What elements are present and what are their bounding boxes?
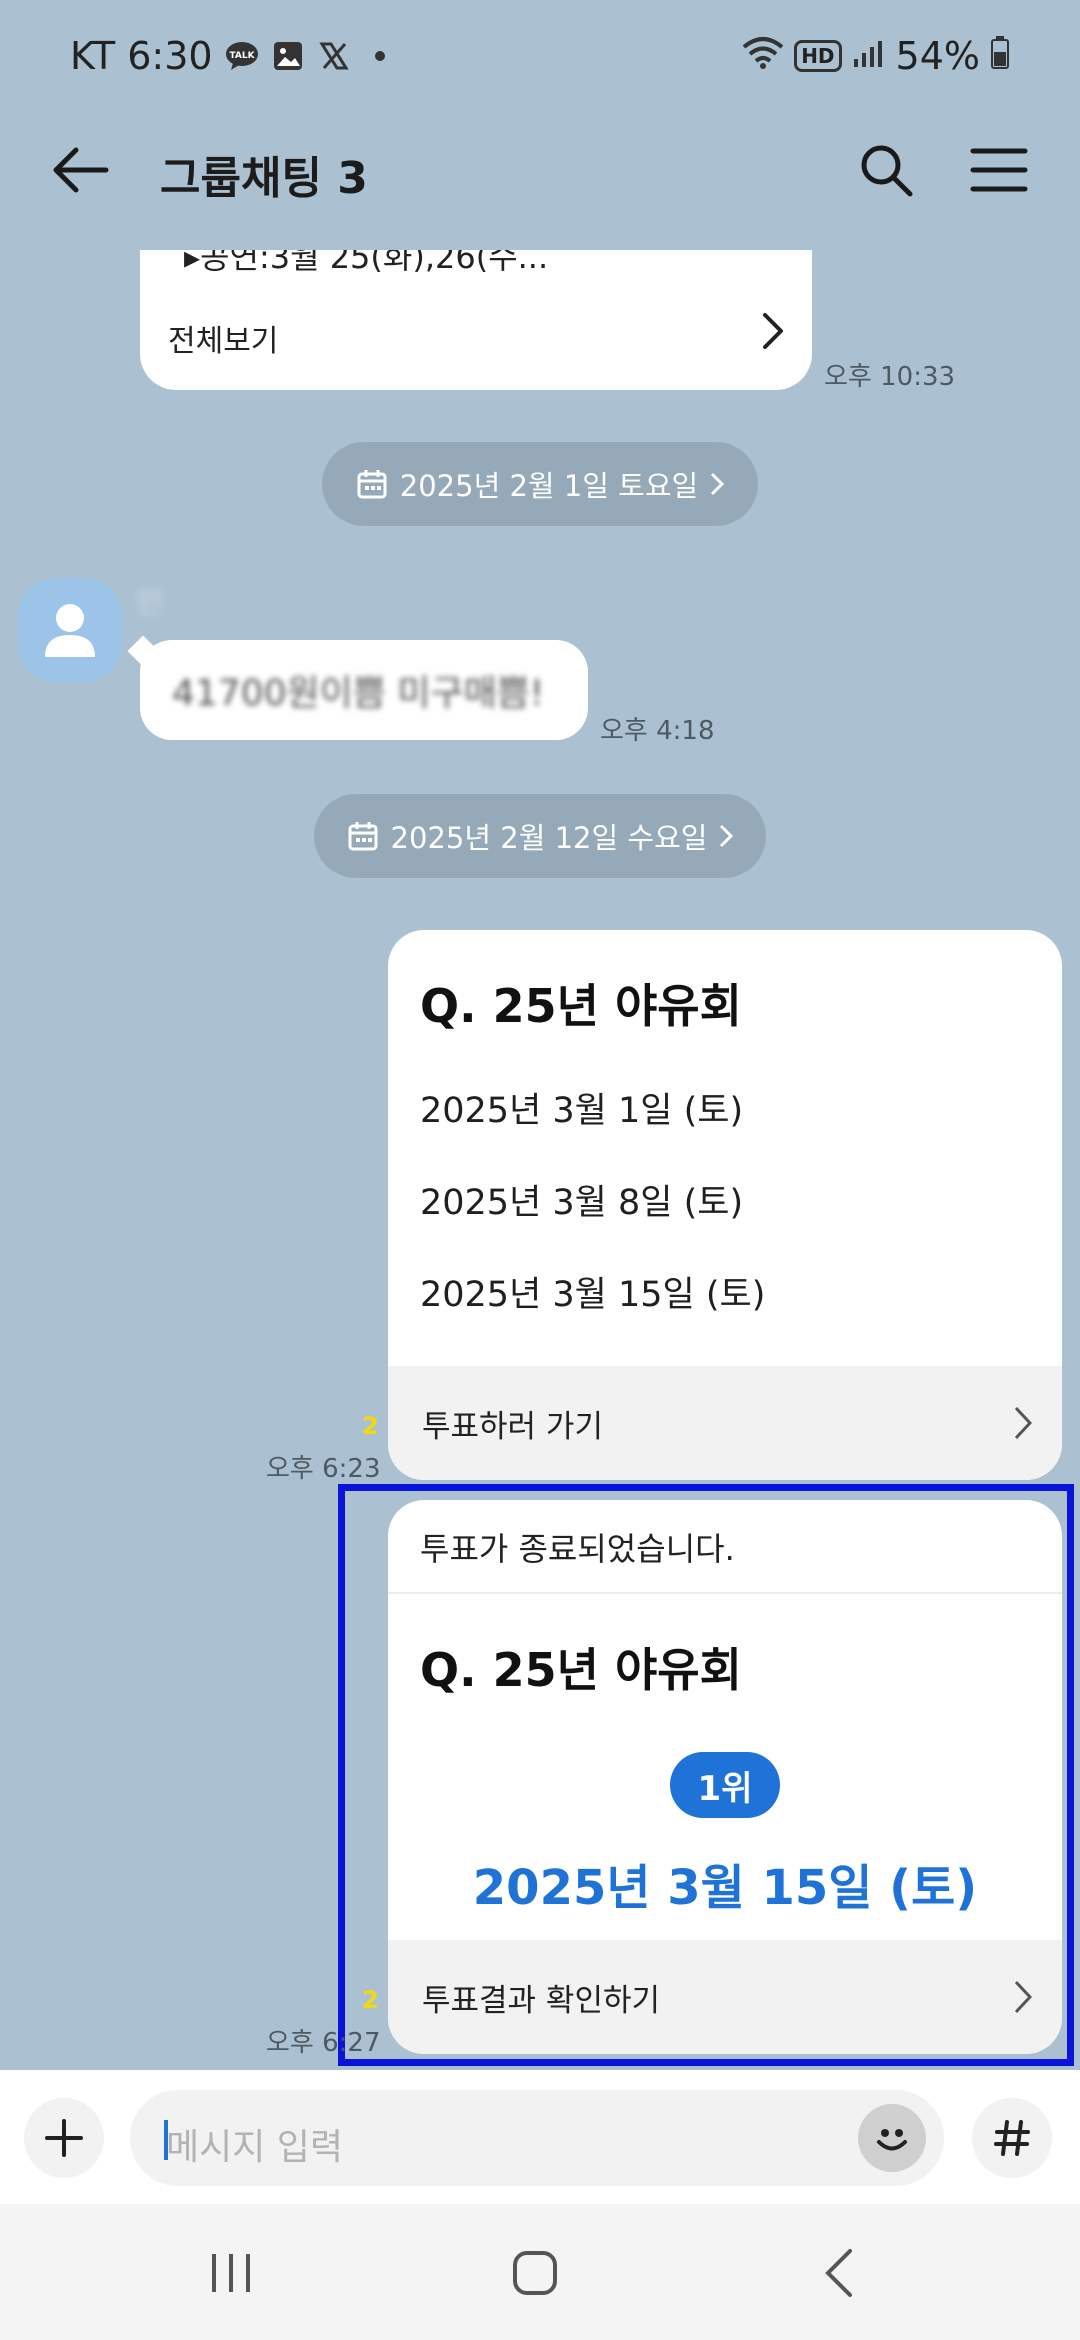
calendar-icon bbox=[348, 822, 378, 851]
arrow-left-icon bbox=[53, 147, 109, 193]
message-time: 오후 10:33 bbox=[824, 362, 956, 392]
message-text: 41700원이쁨 미구매쁨! bbox=[172, 673, 545, 714]
rank-badge: 1위 bbox=[670, 1752, 780, 1818]
home-button[interactable] bbox=[500, 2238, 570, 2308]
poll-title: Q. 25년 야유회 bbox=[420, 1643, 742, 1697]
calendar-icon bbox=[357, 470, 387, 499]
message-input-placeholder: 메시지 입력 bbox=[166, 2127, 344, 2168]
x-notification-icon bbox=[317, 39, 351, 73]
person-icon bbox=[45, 604, 95, 657]
back-chevron-icon bbox=[825, 2249, 852, 2297]
poll-card[interactable]: Q. 25년 야유회 2025년 3월 1일 (토) 2025년 3월 8일 (… bbox=[388, 930, 1062, 1480]
home-icon bbox=[513, 2251, 557, 2295]
chevron-right-icon bbox=[1014, 1406, 1032, 1440]
search-button[interactable] bbox=[852, 136, 920, 204]
unread-count: 2 bbox=[362, 1986, 379, 2014]
message-snippet: ▸공연:3월 25(화),26(수... bbox=[184, 250, 549, 276]
carrier-time: KT 6:30 bbox=[70, 34, 213, 78]
poll-option: 2025년 3월 8일 (토) bbox=[420, 1183, 744, 1223]
poll-result-card[interactable]: 투표가 종료되었습니다. Q. 25년 야유회 1위 2025년 3월 15일 … bbox=[388, 1500, 1062, 2054]
message-time: 오후 6:27 bbox=[266, 2028, 381, 2058]
avatar[interactable] bbox=[18, 578, 122, 682]
poll-title: Q. 25년 야유회 bbox=[420, 979, 742, 1033]
system-back-button[interactable] bbox=[804, 2238, 874, 2308]
view-all-link[interactable]: 전체보기 bbox=[168, 316, 278, 360]
status-bar-right: HD 54% bbox=[742, 34, 1010, 78]
plus-icon bbox=[45, 2119, 83, 2157]
system-navigation-bar bbox=[0, 2204, 1080, 2340]
divider bbox=[388, 1592, 1062, 1594]
message-input[interactable]: 메시지 입력 bbox=[130, 2090, 944, 2186]
more-notifications-dot-icon bbox=[363, 39, 397, 73]
incoming-message-bubble[interactable]: 41700원이쁨 미구매쁨! bbox=[140, 640, 588, 740]
kakaotalk-notification-icon: TALK bbox=[225, 39, 259, 73]
search-icon bbox=[861, 145, 913, 197]
chevron-right-icon bbox=[720, 824, 734, 848]
recent-apps-icon bbox=[212, 2254, 250, 2292]
unread-count: 2 bbox=[362, 1412, 379, 1440]
poll-option: 2025년 3월 15일 (토) bbox=[420, 1275, 766, 1315]
view-results-label: 투표결과 확인하기 bbox=[422, 1982, 661, 2019]
message-time: 오후 6:23 bbox=[266, 1454, 381, 1484]
signal-icon bbox=[852, 34, 886, 78]
go-vote-label: 투표하러 가기 bbox=[422, 1408, 603, 1445]
date-label: 2025년 2월 1일 토요일 bbox=[399, 469, 699, 503]
go-vote-button[interactable]: 투표하러 가기 bbox=[388, 1366, 1062, 1480]
shared-message-bubble[interactable]: ▸공연:3월 25(화),26(수... 전체보기 bbox=[140, 250, 812, 390]
date-divider[interactable]: 2025년 2월 12일 수요일 bbox=[314, 794, 766, 878]
chevron-right-icon bbox=[711, 472, 725, 496]
battery-percentage: 54% bbox=[895, 34, 980, 78]
wifi-icon bbox=[742, 34, 784, 78]
status-bar-left: KT 6:30 TALK bbox=[70, 34, 397, 78]
chat-title: 그룹채팅 3 bbox=[160, 153, 368, 204]
poll-ended-notice: 투표가 종료되었습니다. bbox=[420, 1530, 735, 1568]
gallery-notification-icon bbox=[271, 39, 305, 73]
sender-name: 민 bbox=[136, 586, 164, 621]
svg-text:TALK: TALK bbox=[229, 51, 255, 61]
view-results-button[interactable]: 투표결과 확인하기 bbox=[388, 1940, 1062, 2054]
chevron-right-icon bbox=[1014, 1980, 1032, 2014]
attach-button[interactable] bbox=[24, 2098, 104, 2178]
hashtag-icon bbox=[994, 2120, 1030, 2156]
chevron-right-icon bbox=[762, 312, 784, 354]
hashtag-search-button[interactable] bbox=[972, 2098, 1052, 2178]
message-input-bar: 메시지 입력 bbox=[0, 2070, 1080, 2204]
message-time: 오후 4:18 bbox=[600, 716, 715, 746]
date-label: 2025년 2월 12일 수요일 bbox=[390, 821, 708, 855]
hd-voice-icon: HD bbox=[794, 40, 842, 72]
winning-option: 2025년 3월 15일 (토) bbox=[472, 1860, 978, 1916]
date-divider[interactable]: 2025년 2월 1일 토요일 bbox=[322, 442, 758, 526]
back-button[interactable] bbox=[42, 136, 118, 204]
emoticon-smile-icon bbox=[877, 2129, 907, 2151]
battery-icon bbox=[990, 34, 1010, 78]
hamburger-menu-icon bbox=[970, 148, 1028, 192]
menu-button[interactable] bbox=[964, 136, 1034, 204]
poll-option: 2025년 3월 1일 (토) bbox=[420, 1091, 744, 1131]
recent-apps-button[interactable] bbox=[196, 2238, 266, 2308]
emoticon-button[interactable] bbox=[858, 2104, 926, 2172]
